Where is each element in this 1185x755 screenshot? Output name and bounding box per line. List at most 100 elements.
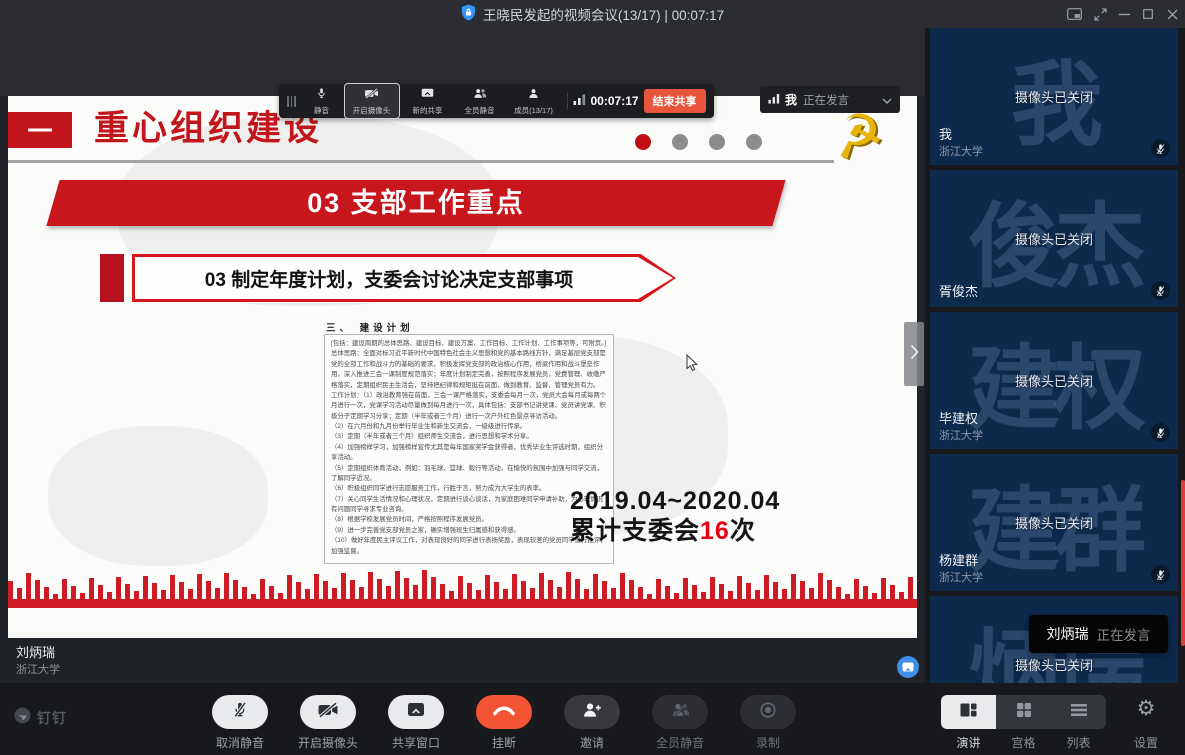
hangup-label: 挂断 — [460, 734, 548, 751]
minimize-button[interactable] — [1112, 0, 1136, 28]
mute-all-label: 全员静音 — [636, 734, 724, 751]
invite-button[interactable] — [564, 695, 620, 729]
maximize-button[interactable] — [1136, 0, 1160, 28]
participant-name: 杨建群 — [939, 550, 978, 569]
grid-view-icon — [1016, 702, 1032, 723]
participant-org: 浙江大学 — [939, 569, 983, 585]
dingtalk-brand: 钉钉 — [14, 707, 67, 729]
camera-off-label: 摄像头已关闭 — [930, 87, 1178, 106]
mouse-cursor — [686, 354, 699, 377]
share-window-button[interactable] — [388, 695, 444, 729]
participant-tile[interactable]: 建权 摄像头已关闭 毕建权 浙江大学 — [930, 312, 1178, 449]
end-share-button[interactable]: 结束共享 — [644, 89, 706, 113]
pagination-dot — [746, 134, 762, 150]
camera-off-label: 摄像头已关闭 — [930, 371, 1178, 390]
camera-on-button[interactable]: 开启摄像头 — [344, 83, 400, 119]
brand-label: 钉钉 — [37, 708, 67, 728]
participant-tile[interactable]: 建群 摄像头已关闭 杨建群 浙江大学 — [930, 454, 1178, 591]
participant-name: 胥俊杰 — [939, 281, 978, 300]
participant-org: 浙江大学 — [939, 143, 983, 159]
pagination-dot — [672, 134, 688, 150]
mute-all-bottom-button[interactable] — [652, 695, 708, 729]
view-grid-label: 宫格 — [996, 734, 1051, 751]
window-title: 王晓民发起的视频会议(13/17) | 00:07:17 — [483, 4, 724, 24]
camera-toggle-label: 开启摄像头 — [284, 734, 372, 751]
pagination-dot — [635, 134, 651, 150]
speaker-status: 正在发言 — [803, 92, 882, 108]
view-list-label: 列表 — [1051, 734, 1106, 751]
speaker-indicator-dropdown[interactable]: 我 正在发言 — [760, 86, 900, 113]
mic-icon — [316, 86, 327, 104]
pagination-dot — [709, 134, 725, 150]
camera-toggle-button[interactable] — [300, 695, 356, 729]
chevron-down-icon — [882, 91, 892, 109]
stats-prefix: 累计支委会 — [570, 517, 700, 545]
hangup-button[interactable] — [476, 695, 532, 729]
people-muted-icon — [671, 702, 690, 722]
unmute-button[interactable] — [212, 695, 268, 729]
share-window-icon — [407, 702, 425, 722]
toolbar-separator — [567, 93, 568, 109]
doc-title: 三、 建设计划 — [326, 320, 414, 334]
participant-name: 毕建权 — [939, 408, 978, 427]
meeting-timer: 00:07:17 — [591, 94, 639, 108]
view-speaker-button[interactable] — [941, 695, 996, 729]
camera-icon — [364, 86, 379, 104]
map-watermark — [48, 426, 268, 566]
slide-stats: 2019.04~2020.04 累计支委会16次 — [570, 486, 780, 546]
toolbar-drag-handle[interactable] — [287, 96, 296, 107]
camera-off-label: 摄像头已关闭 — [930, 229, 1178, 248]
sidebar-scrollbar[interactable] — [1181, 480, 1185, 646]
participants-sidebar: 我 摄像头已关闭 我 浙江大学 俊杰 摄像头已关闭 胥俊杰 建权 摄像头已关闭 … — [925, 28, 1185, 683]
stats-suffix: 次 — [730, 517, 756, 545]
fullscreen-button[interactable] — [1088, 0, 1112, 28]
view-grid-button[interactable] — [996, 695, 1051, 729]
doc-text: [包括：建设周期的总体思路、建设目标、建设方案、工作目标、工作计划、工作事项等，… — [331, 339, 607, 557]
toast-speaker-status: 正在发言 — [1097, 624, 1151, 644]
record-icon — [759, 701, 777, 724]
chevron-right-icon — [910, 344, 919, 365]
settings-label: 设置 — [1118, 734, 1174, 751]
list-view-icon — [1071, 703, 1087, 722]
bottom-toolbar: 钉钉 取消静音 开启摄像头 共享窗口 挂断 邀请 全员静音 录制 — [0, 683, 1185, 755]
members-button[interactable]: 成员(13/17) — [506, 86, 562, 116]
participant-tile[interactable]: 俊杰 摄像头已关闭 胥俊杰 — [930, 170, 1178, 307]
highlight-text: 03 制定年度计划，支委会讨论决定支部事项 — [205, 265, 603, 292]
close-button[interactable] — [1160, 0, 1184, 28]
record-label: 录制 — [724, 734, 812, 751]
view-list-button[interactable] — [1051, 695, 1106, 729]
people-icon — [473, 86, 487, 104]
meeting-window: { "window": { "title": "王晓民发起的视频会议(13/17… — [0, 0, 1185, 755]
camera-off-icon — [317, 702, 339, 723]
shared-screen-stage: 一 重心组织建设 ☭ 03 支部工作重点 03 制定年度计划，支委会讨论决定支部… — [0, 28, 925, 683]
unmute-label: 取消静音 — [196, 734, 284, 751]
slide-banner: 03 支部工作重点 — [46, 180, 785, 226]
person-plus-icon — [582, 702, 602, 723]
camera-off-label: 摄像头已关闭 — [930, 655, 1178, 674]
slide-section-marker: 一 — [8, 112, 72, 148]
slide-pagination — [635, 134, 783, 150]
shared-window-badge[interactable] — [897, 656, 919, 678]
skyline-base — [8, 599, 917, 608]
share-window-label: 共享窗口 — [372, 734, 460, 751]
security-shield-lock-icon — [461, 4, 476, 24]
settings-gear-icon[interactable]: ⚙ — [1132, 691, 1160, 725]
stats-period: 2019.04~2020.04 — [570, 486, 780, 516]
participant-org: 浙江大学 — [939, 427, 983, 443]
muted-mic-icon — [1151, 423, 1170, 442]
speaker-view-icon — [959, 702, 978, 723]
participant-tile[interactable]: 我 摄像头已关闭 我 浙江大学 — [930, 28, 1178, 165]
pip-mode-button[interactable] — [1062, 0, 1086, 28]
dingtalk-logo-icon — [14, 707, 31, 729]
title-bar: 王晓民发起的视频会议(13/17) | 00:07:17 — [0, 0, 1185, 28]
sidebar-collapse-handle[interactable] — [904, 322, 924, 386]
record-button[interactable] — [740, 695, 796, 729]
hangup-handset-icon — [492, 703, 516, 721]
mute-all-button[interactable]: 全员静音 — [454, 86, 506, 116]
new-share-button[interactable]: 新的共享 — [402, 86, 454, 116]
mute-button[interactable]: 静音 — [302, 86, 342, 116]
mic-muted-icon — [232, 701, 248, 723]
muted-mic-icon — [1151, 139, 1170, 158]
speaker-name: 我 — [785, 91, 797, 108]
toast-speaker-name: 刘炳瑞 — [1047, 624, 1089, 644]
